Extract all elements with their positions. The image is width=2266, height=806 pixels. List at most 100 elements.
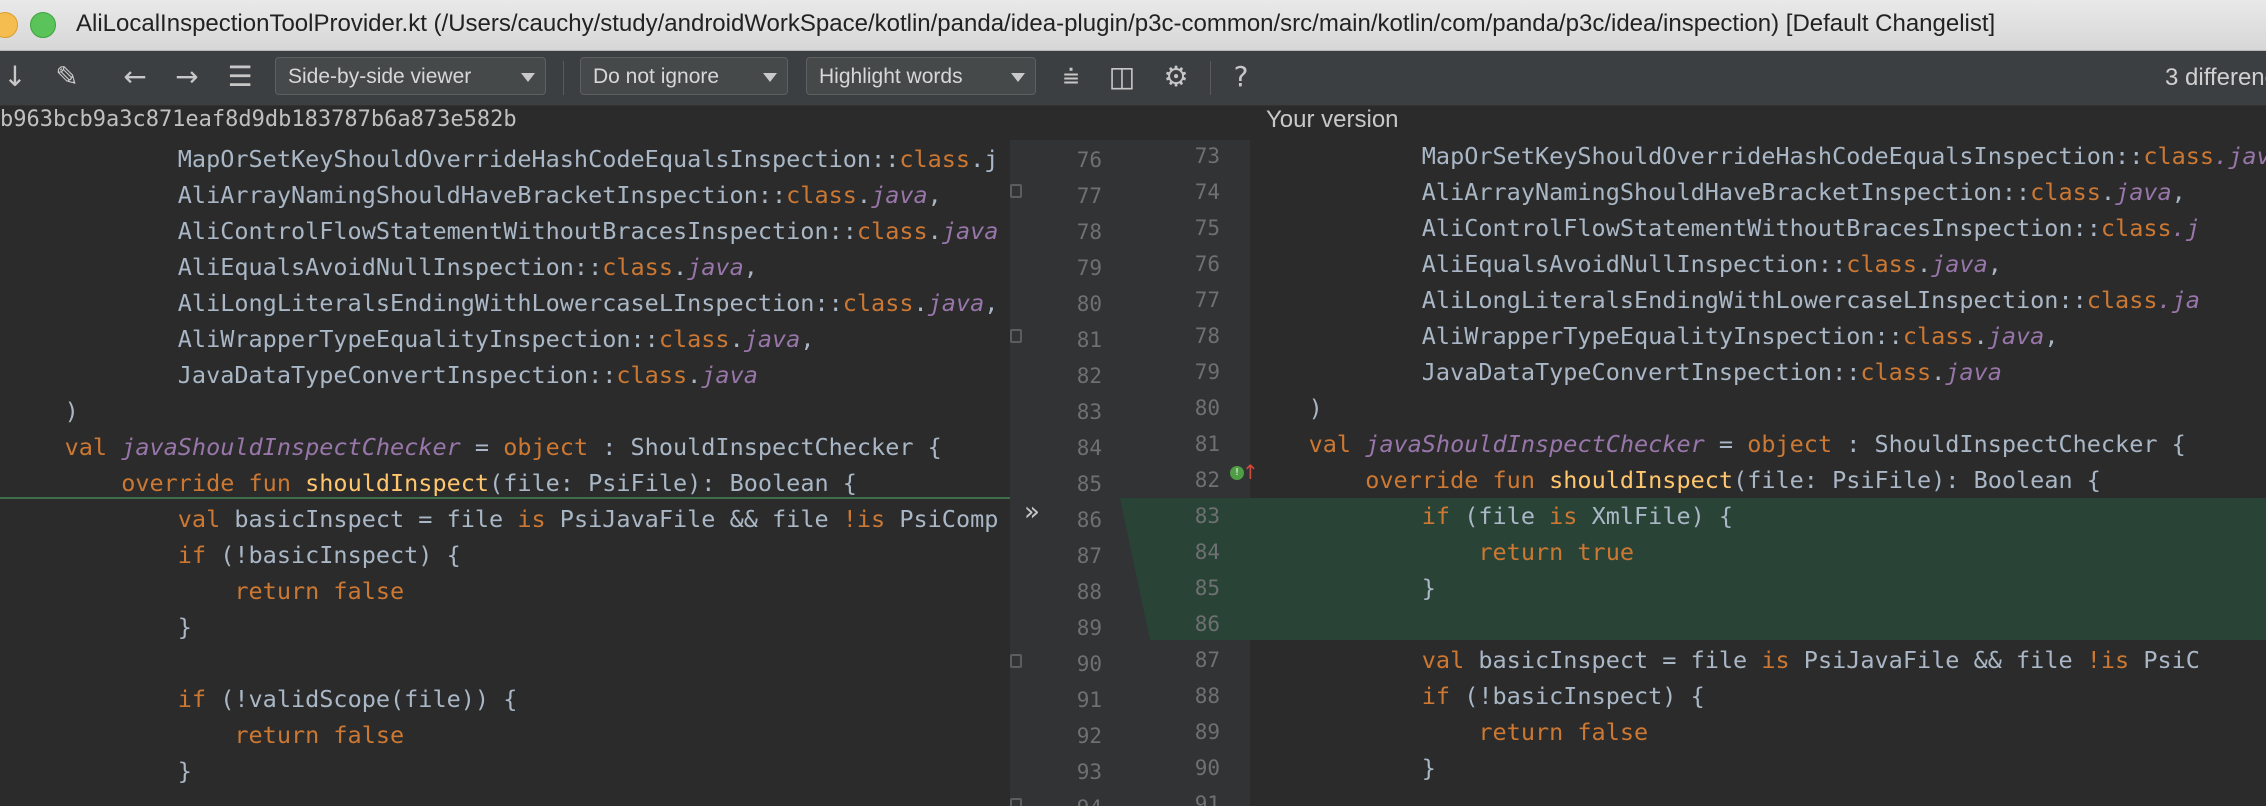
right-line-number: 88: [1194, 684, 1220, 708]
minimize-window-button[interactable]: [0, 12, 18, 38]
left-line-number: 85: [1076, 472, 1102, 496]
list-menu-icon[interactable]: ☰: [222, 59, 258, 95]
toolbar-separator: [1210, 61, 1211, 95]
apply-change-icon[interactable]: »: [1024, 497, 1050, 527]
code-token: AliEqualsAvoidNullInspection::: [1252, 250, 1847, 278]
code-token: XmlFile) {: [1591, 502, 1734, 530]
right-line-number: 90: [1194, 756, 1220, 780]
code-token: !is: [842, 505, 900, 533]
code-line: AliEqualsAvoidNullInspection::class.java…: [8, 249, 758, 285]
code-line: AliArrayNamingShouldHaveBracketInspectio…: [8, 177, 942, 213]
code-token: AliEqualsAvoidNullInspection::: [8, 253, 603, 281]
left-line-number: 90: [1076, 652, 1102, 676]
code-line: override fun shouldInspect(file: PsiFile…: [1252, 462, 2101, 498]
highlight-dropdown[interactable]: Highlight words: [806, 57, 1036, 95]
difference-count: 3 differences: [2165, 64, 2266, 91]
right-line-number: 78: [1194, 324, 1220, 348]
toolbar-separator: [563, 61, 564, 95]
fold-marker-icon[interactable]: [1010, 798, 1022, 806]
right-line-number: 86: [1194, 612, 1220, 636]
fold-marker-icon[interactable]: [1010, 184, 1022, 198]
collapse-unchanged-icon[interactable]: ⩧: [1054, 59, 1088, 95]
code-token: class: [842, 289, 914, 317]
code-token: .ja: [2157, 286, 2200, 314]
left-line-number: 89: [1076, 616, 1102, 640]
arrow-left-icon[interactable]: ←: [118, 59, 152, 95]
code-token: val: [1421, 646, 1479, 674]
window-title: AliLocalInspectionToolProvider.kt (/User…: [76, 10, 1996, 37]
code-token: basicInspect = file: [1478, 646, 1762, 674]
code-token: JavaDataTypeConvertInspection::: [8, 361, 617, 389]
code-token: .: [2100, 178, 2116, 206]
code-line: AliControlFlowStatementWithoutBracesInsp…: [8, 213, 999, 249]
code-token: class: [616, 361, 688, 389]
side-by-side-icon[interactable]: ◫: [1104, 59, 1140, 95]
left-revision-header: b963bcb9a3c871eaf8d9db183787b6a873e582b: [0, 107, 517, 132]
left-code-pane[interactable]: MapOrSetKeyShouldOverrideHashCodeEqualsI…: [0, 140, 1010, 806]
code-line: return false: [8, 717, 404, 753]
code-line: AliArrayNamingShouldHaveBracketInspectio…: [1252, 174, 2186, 210]
viewer-mode-value: Side-by-side viewer: [288, 65, 472, 88]
code-token: .: [1973, 322, 1988, 350]
code-token: (file: PsiFile): Boolean {: [1733, 466, 2101, 494]
right-version-header: Your version: [1266, 106, 1399, 133]
code-token: .: [856, 181, 872, 209]
code-token: java: [2115, 178, 2172, 206]
left-line-number: 76: [1076, 148, 1102, 172]
code-line: ): [8, 393, 79, 429]
code-token: PsiComp: [899, 505, 999, 533]
left-line-number: 92: [1076, 724, 1102, 748]
left-line-number: 94: [1062, 790, 1102, 806]
go-to-super-icon[interactable]: ↑: [1242, 460, 1259, 484]
right-line-number: 84: [1194, 540, 1220, 564]
right-code-pane[interactable]: MapOrSetKeyShouldOverrideHashCodeEqualsI…: [1250, 140, 2266, 806]
code-line: val javaShouldInspectChecker = object : …: [1252, 426, 2186, 462]
whitespace-dropdown[interactable]: Do not ignore: [580, 57, 788, 95]
code-token: basicInspect = file: [234, 505, 518, 533]
settings-icon[interactable]: ⚙: [1158, 59, 1194, 95]
fold-marker-icon[interactable]: [1010, 329, 1022, 343]
code-token: (!validScope(file)) {: [220, 685, 518, 713]
code-line: }: [8, 609, 192, 645]
edit-icon[interactable]: ✎: [50, 59, 84, 95]
left-line-number: 82: [1076, 364, 1102, 388]
right-line-number: 81: [1194, 432, 1220, 456]
code-token: .: [927, 217, 942, 245]
arrow-down-icon[interactable]: ↓: [2, 59, 28, 95]
code-token: }: [8, 613, 192, 641]
code-token: is: [1549, 502, 1592, 530]
code-token: class: [1860, 358, 1932, 386]
code-token: javaShouldInspectChecker: [121, 433, 461, 461]
viewer-mode-dropdown[interactable]: Side-by-side viewer: [275, 57, 546, 95]
fold-marker-icon[interactable]: [1010, 654, 1022, 668]
code-token: .: [672, 253, 688, 281]
right-line-number: 75: [1194, 216, 1220, 240]
arrow-right-icon[interactable]: →: [170, 59, 204, 95]
code-token: ,: [1987, 250, 2002, 278]
right-line-number: 76: [1194, 252, 1220, 276]
help-icon[interactable]: ?: [1226, 59, 1256, 95]
code-token: java: [701, 361, 758, 389]
left-line-number: 87: [1076, 544, 1102, 568]
code-line: MapOrSetKeyShouldOverrideHashCodeEqualsI…: [1252, 140, 2266, 174]
code-token: JavaDataTypeConvertInspection::: [1252, 358, 1861, 386]
code-token: AliArrayNamingShouldHaveBracketInspectio…: [8, 181, 787, 209]
left-line-number: 78: [1076, 220, 1102, 244]
code-line: if (!validScope(file)) {: [8, 681, 518, 717]
right-line-number: 83: [1194, 504, 1220, 528]
code-token: object: [1747, 430, 1833, 458]
code-line: AliLongLiteralsEndingWithLowercaseLInspe…: [1252, 282, 2200, 318]
code-token: AliWrapperTypeEqualityInspection::: [1252, 322, 1903, 350]
code-token: if: [177, 685, 221, 713]
code-token: if: [177, 541, 221, 569]
maximize-window-button[interactable]: [30, 12, 56, 38]
right-line-number: 85: [1194, 576, 1220, 600]
code-line: JavaDataTypeConvertInspection::class.jav…: [1252, 354, 2002, 390]
